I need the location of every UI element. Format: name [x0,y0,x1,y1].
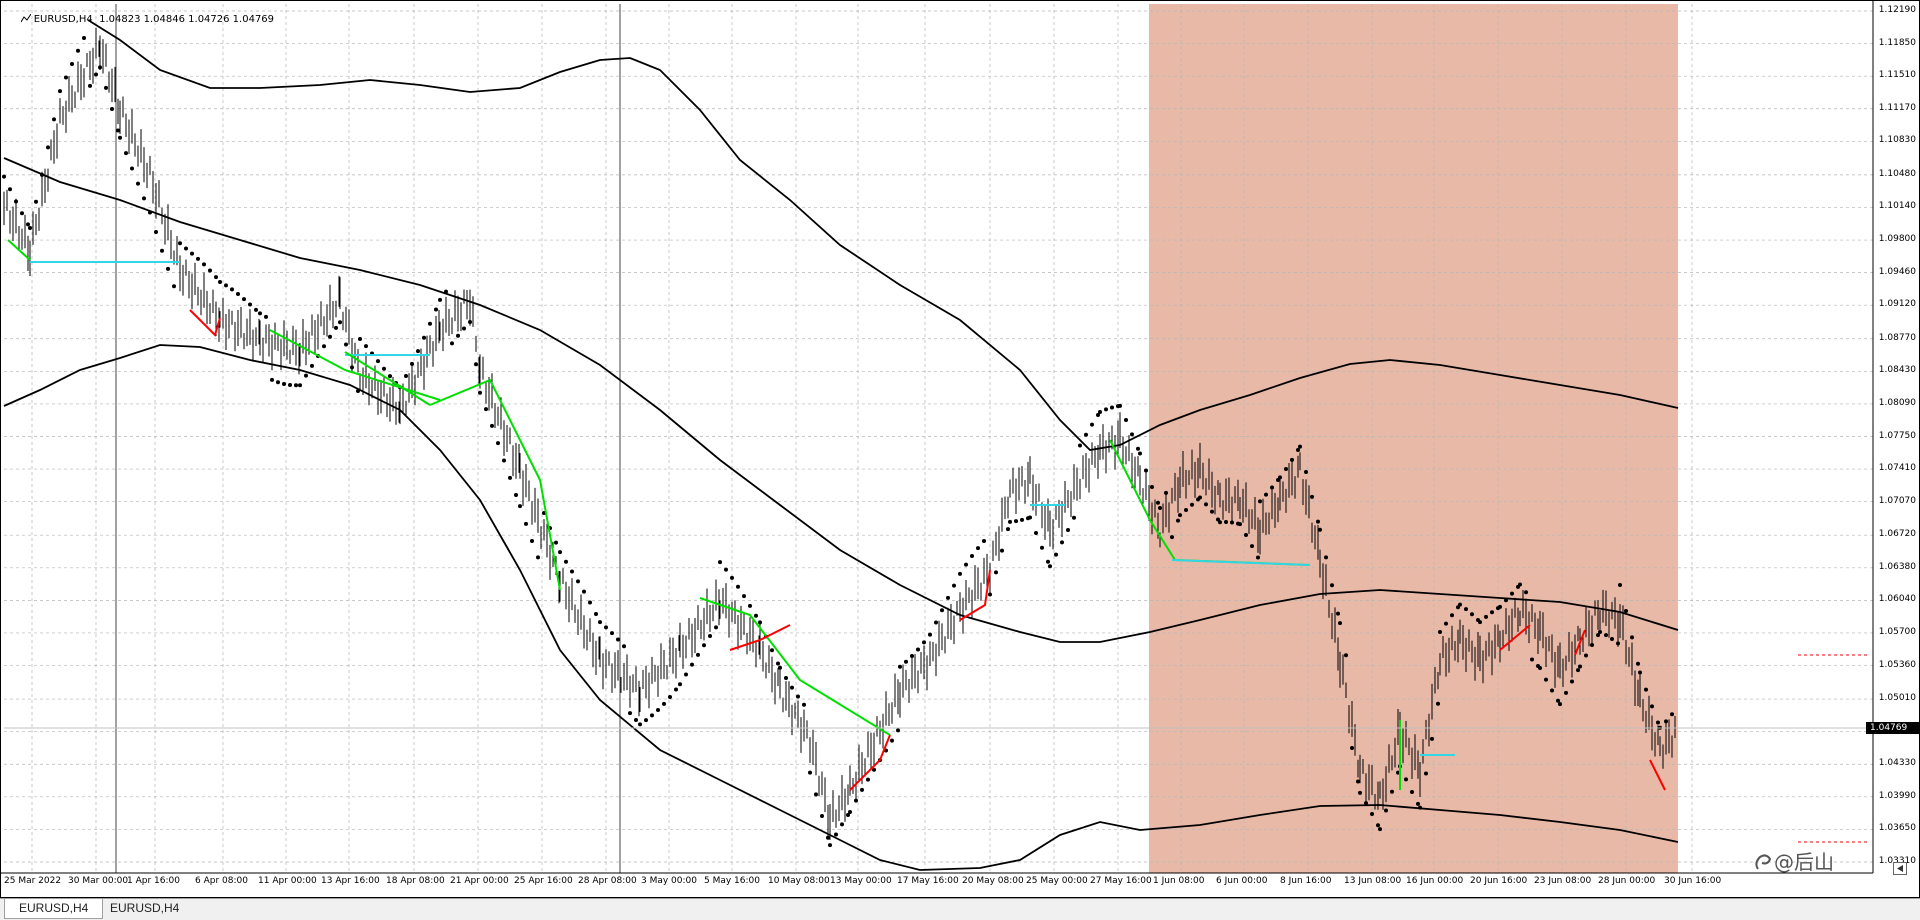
time-axis-label: 6 Jun 00:00 [1216,876,1268,886]
scroll-chart-icon[interactable] [1893,862,1907,875]
watermark-logo: @后山 [1755,850,1834,874]
time-axis-label: 20 May 08:00 [962,876,1024,886]
bid-price-tag: 1.04769 [1866,722,1920,734]
highlight-zone [1149,4,1678,873]
price-axis-label: 1.07410 [1878,463,1916,474]
time-axis-label: 13 Apr 16:00 [321,876,380,886]
price-axis-label: 1.07750 [1878,430,1916,441]
price-axis-label: 1.06720 [1878,529,1916,540]
tab-eurusd-h4-1[interactable]: EURUSD,H4 [4,899,104,919]
time-axis-label: 23 Jun 08:00 [1534,876,1592,886]
price-axis-label: 1.05700 [1878,626,1916,637]
price-axis-label: 1.11170 [1878,102,1916,113]
price-axis-label: 1.10480 [1878,168,1916,179]
price-axis-label: 1.03990 [1878,790,1916,801]
time-axis-label: 20 Jun 16:00 [1470,876,1528,886]
price-axis-label: 1.11510 [1878,70,1916,81]
tab-eurusd-h4-2[interactable]: EURUSD,H4 [96,899,193,918]
price-axis-label: 1.09120 [1878,299,1916,310]
price-axis-label: 1.05010 [1878,693,1916,704]
time-axis-label: 17 May 16:00 [897,876,959,886]
time-axis-label: 13 Jun 08:00 [1344,876,1402,886]
price-axis-label: 1.03650 [1878,823,1916,834]
price-axis-label: 1.08430 [1878,365,1916,376]
time-axis-label: 21 Apr 00:00 [450,876,509,886]
chart-icon [20,14,31,23]
time-axis-label: 16 Jun 00:00 [1406,876,1464,886]
time-axis-label: 3 May 00:00 [641,876,697,886]
price-axis-label: 1.09800 [1878,234,1916,245]
price-axis-label: 1.04330 [1878,758,1916,769]
time-axis-label: 25 Mar 2022 [4,876,62,886]
price-axis-label: 1.07070 [1878,495,1916,506]
price-axis-label: 1.11850 [1878,37,1916,48]
time-axis-label: 28 Apr 08:00 [578,876,637,886]
time-axis-label: 8 Jun 16:00 [1280,876,1332,886]
time-axis-label: 13 May 00:00 [830,876,892,886]
time-axis-label: 30 Mar 00:00 [68,876,129,886]
price-axis-label: 1.05360 [1878,659,1916,670]
time-axis-label: 11 Apr 00:00 [258,876,317,886]
time-axis-label: 1 Apr 16:00 [127,876,180,886]
price-chart[interactable] [0,0,1920,898]
price-axis-label: 1.10140 [1878,201,1916,212]
time-axis-label: 25 Apr 16:00 [514,876,573,886]
price-axis-label: 1.09460 [1878,266,1916,277]
price-axis-label: 1.08770 [1878,332,1916,343]
time-axis-label: 10 May 08:00 [768,876,830,886]
time-axis-label: 5 May 16:00 [704,876,760,886]
time-axis-label: 28 Jun 00:00 [1598,876,1656,886]
symbol-header-text: EURUSD,H4 1.04823 1.04846 1.04726 1.0476… [33,14,275,25]
time-axis-label: 27 May 16:00 [1090,876,1152,886]
time-axis-label: 6 Apr 08:00 [195,876,248,886]
price-axis-label: 1.12190 [1878,5,1916,15]
time-axis-label: 1 Jun 08:00 [1153,876,1205,886]
price-axis-label: 1.06380 [1878,561,1916,572]
time-axis-label: 18 Apr 08:00 [386,876,445,886]
watermark-text: @后山 [1774,850,1834,874]
symbol-header: EURUSD,H4 1.04823 1.04846 1.04726 1.0476… [8,3,274,36]
chart-tab-bar: EURUSD,H4 EURUSD,H4 [0,898,1920,920]
price-axis-label: 1.06040 [1878,594,1916,605]
price-axis-label: 1.10830 [1878,135,1916,146]
time-axis-label: 30 Jun 16:00 [1664,876,1722,886]
price-axis-label: 1.08090 [1878,397,1916,408]
time-axis-label: 25 May 00:00 [1026,876,1088,886]
chart-window[interactable]: EURUSD,H4 1.04823 1.04846 1.04726 1.0476… [0,0,1920,898]
